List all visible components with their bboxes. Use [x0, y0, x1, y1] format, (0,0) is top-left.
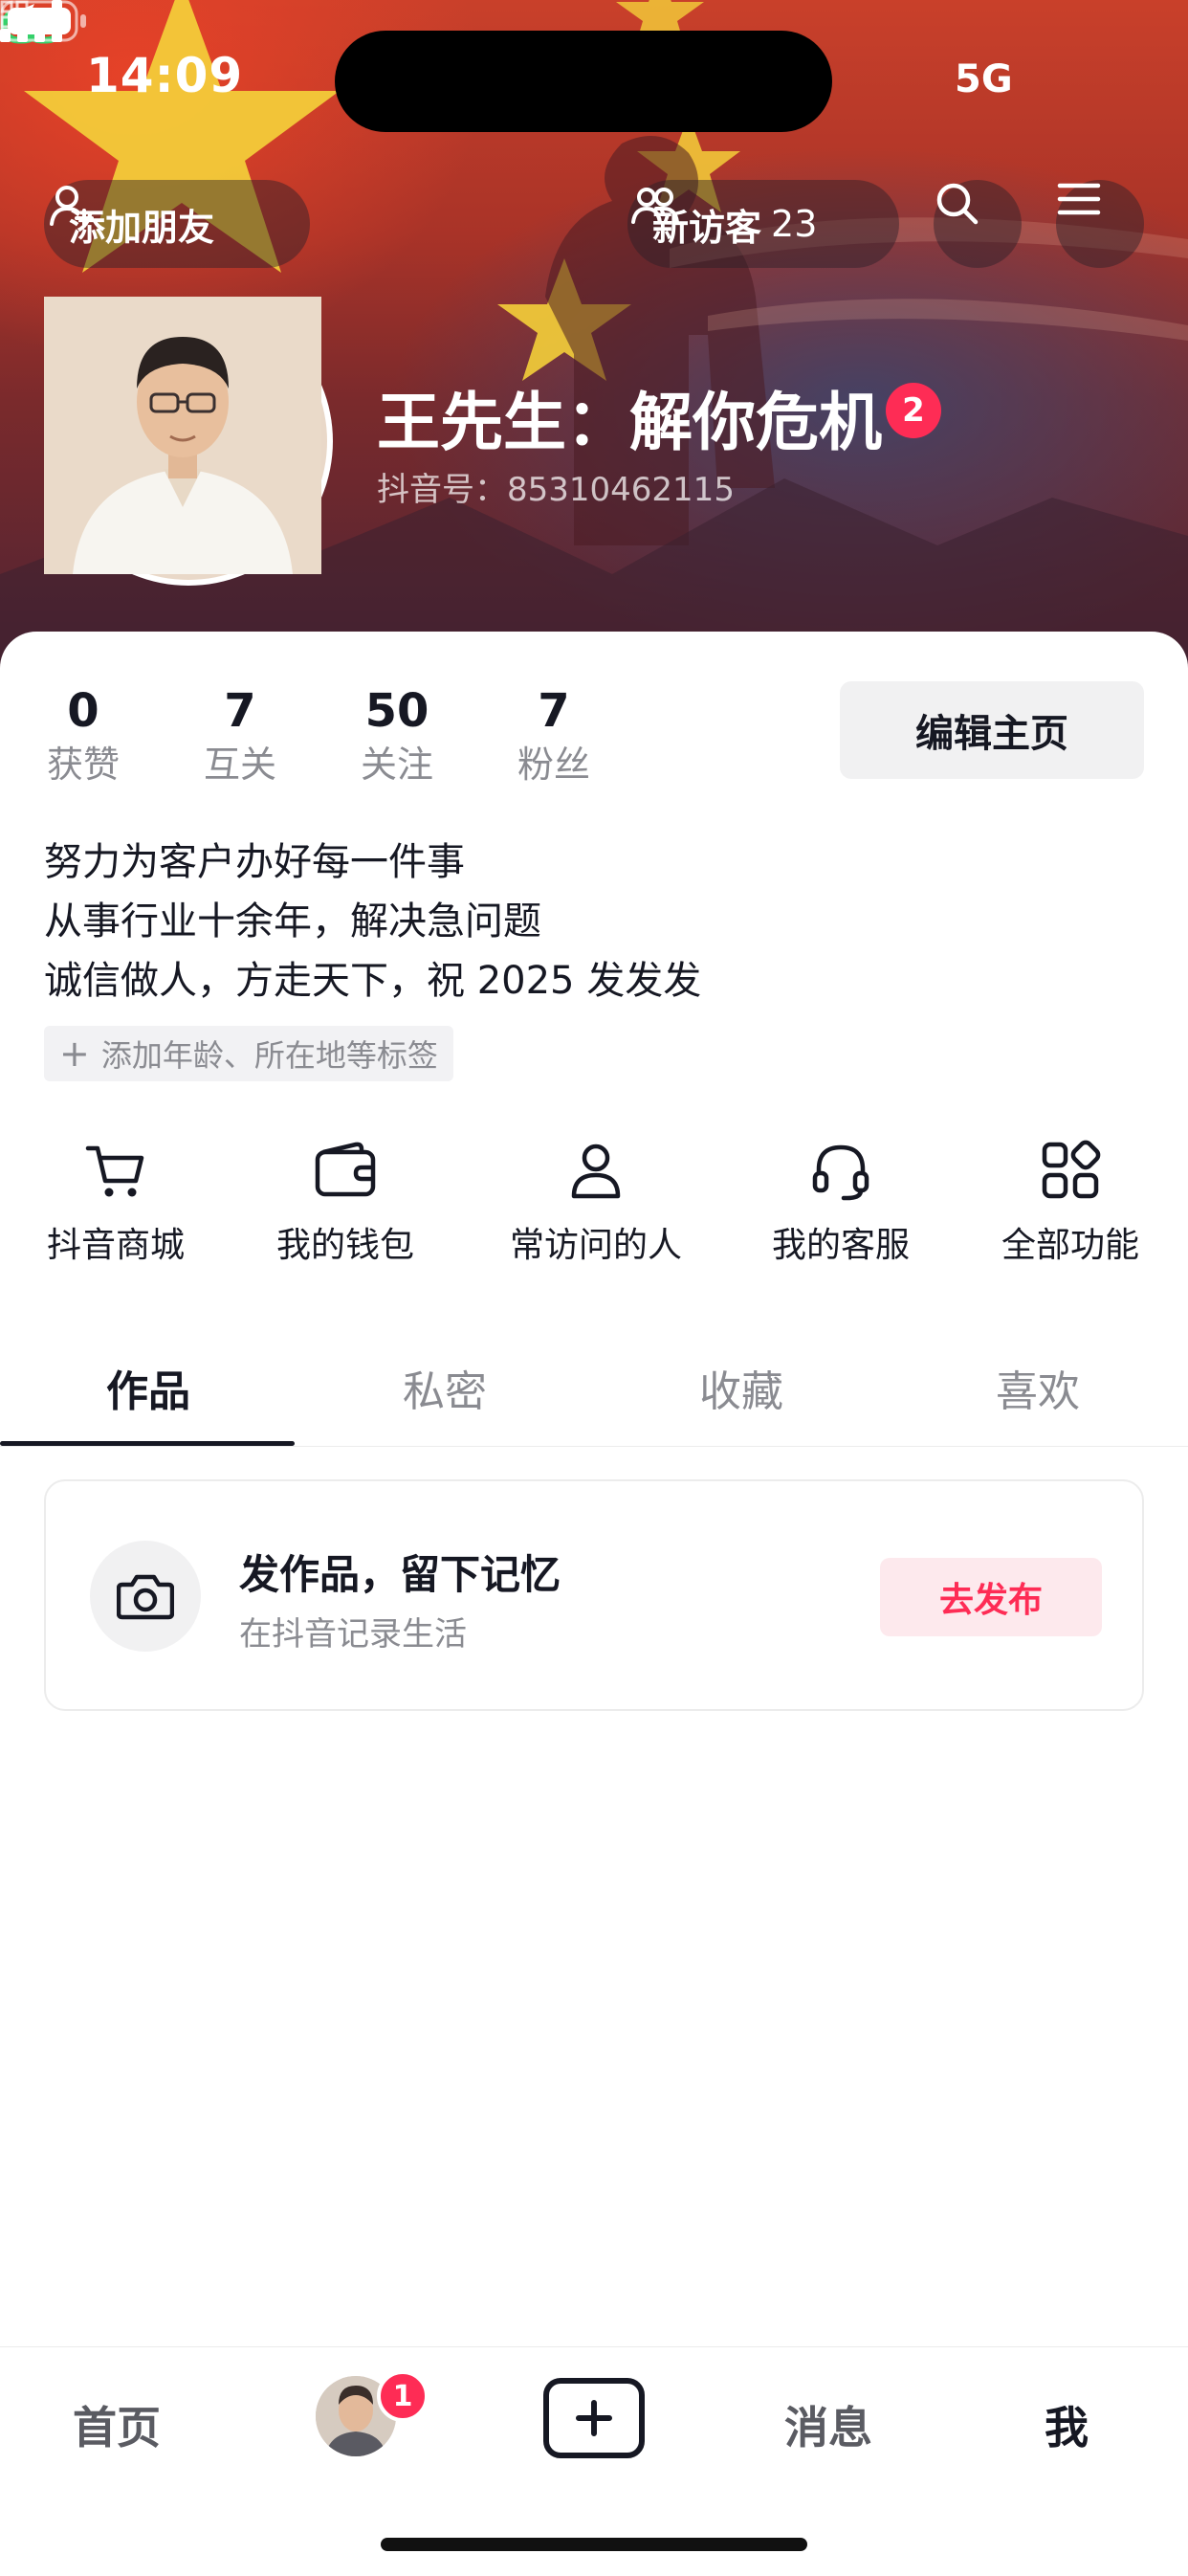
- publish-title: 发作品，留下记忆: [239, 1551, 561, 1598]
- stat-following[interactable]: 50 关注: [358, 681, 436, 788]
- plus-icon: +: [59, 1033, 90, 1075]
- bio-line-2: 从事行业十余年，解决急问题: [44, 899, 541, 944]
- avatar-person-illustration: [44, 297, 321, 574]
- search-icon: [936, 183, 979, 225]
- feature-customer-service[interactable]: 我的客服: [769, 1137, 913, 1267]
- feature-wallet[interactable]: 我的钱包: [274, 1137, 417, 1267]
- cart-icon: [85, 1145, 144, 1197]
- bio-line-3: 诚信做人，方走天下，祝 2025 发发发: [44, 959, 702, 1003]
- stat-likes[interactable]: 0 获赞: [44, 681, 122, 788]
- stat-mutual[interactable]: 7 互关: [201, 681, 279, 788]
- dynamic-island: [335, 31, 832, 132]
- camera-icon: [117, 1574, 174, 1620]
- person-icon: [571, 1144, 621, 1199]
- wallet-icon: [315, 1142, 376, 1197]
- tab-private[interactable]: 私密: [297, 1349, 593, 1445]
- feature-wallet-label: 我的钱包: [275, 1226, 414, 1265]
- feature-frequent-visits[interactable]: 常访问的人: [505, 1137, 687, 1267]
- tab-works[interactable]: 作品: [0, 1349, 297, 1445]
- stat-following-value: 50: [364, 684, 429, 738]
- bio-line-1: 努力为客户办好每一件事: [44, 840, 465, 884]
- publish-prompt-card: 发作品，留下记忆 在抖音记录生活 去发布: [44, 1479, 1144, 1711]
- new-visitors-count: 23: [771, 203, 818, 245]
- create-post-button[interactable]: [543, 2378, 645, 2458]
- feature-all-functions[interactable]: 全部功能: [999, 1137, 1142, 1267]
- stat-followers-value: 7: [538, 684, 570, 738]
- tab-favorites[interactable]: 收藏: [593, 1349, 890, 1445]
- profile-page: 14:09 5G 添加朋友 新访客 23 王先生：解你危机 2 抖音号：8531…: [0, 0, 1188, 2576]
- nav-home[interactable]: 首页: [73, 2393, 161, 2456]
- feature-mall-label: 抖音商城: [46, 1226, 185, 1265]
- go-publish-button[interactable]: 去发布: [880, 1558, 1102, 1636]
- plus-icon: [576, 2400, 612, 2436]
- edit-profile-button[interactable]: 编辑主页: [840, 681, 1144, 779]
- profile-avatar[interactable]: [44, 297, 333, 586]
- tab-likes[interactable]: 喜欢: [890, 1349, 1186, 1445]
- search-button[interactable]: [934, 180, 1022, 268]
- content-tabs: 作品 私密 收藏 喜欢: [0, 1349, 1188, 1447]
- add-tags-button[interactable]: + 添加年龄、所在地等标签: [44, 1026, 453, 1081]
- network-type: 5G: [955, 57, 1013, 101]
- add-friend-button[interactable]: 添加朋友: [44, 180, 310, 268]
- grid-icon: [1042, 1140, 1101, 1199]
- camera-button[interactable]: [90, 1541, 201, 1652]
- status-time: 14:09: [86, 48, 244, 103]
- profile-banner[interactable]: 14:09 5G 添加朋友 新访客 23 王先生：解你危机 2 抖音号：8531…: [0, 0, 1188, 670]
- stat-likes-label: 获赞: [46, 744, 120, 786]
- home-indicator[interactable]: [381, 2538, 807, 2551]
- stat-following-label: 关注: [360, 744, 433, 786]
- feature-all-functions-label: 全部功能: [1001, 1226, 1139, 1265]
- stat-followers[interactable]: 7 粉丝: [515, 681, 593, 788]
- avatar-photo: [44, 297, 327, 580]
- feature-customer-service-label: 我的客服: [771, 1226, 910, 1265]
- nav-messages[interactable]: 消息: [784, 2393, 872, 2456]
- add-person-icon: [50, 186, 94, 228]
- active-tab-indicator: [0, 1441, 295, 1446]
- stat-likes-value: 0: [67, 684, 99, 738]
- profile-bio: 努力为客户办好每一件事 从事行业十余年，解决急问题 诚信做人，方走天下，祝 20…: [44, 833, 701, 1010]
- menu-icon: [1057, 183, 1101, 215]
- menu-button[interactable]: [1056, 180, 1144, 268]
- headset-icon: [812, 1144, 869, 1201]
- add-tags-label: 添加年龄、所在地等标签: [100, 1037, 438, 1074]
- stat-mutual-value: 7: [224, 684, 256, 738]
- profile-name: 王先生：解你危机: [377, 386, 882, 459]
- visitors-icon: [631, 188, 679, 224]
- publish-subtitle: 在抖音记录生活: [239, 1615, 467, 1654]
- qr-code-icon[interactable]: [0, 0, 29, 29]
- friends-notification-badge: 1: [377, 2370, 429, 2422]
- stat-mutual-label: 互关: [203, 744, 276, 786]
- new-visitors-button[interactable]: 新访客 23: [627, 180, 899, 268]
- name-notification-badge[interactable]: 2: [886, 383, 941, 438]
- douyin-id[interactable]: 抖音号：85310462115: [377, 463, 735, 510]
- nav-me[interactable]: 我: [1045, 2393, 1089, 2456]
- feature-frequent-visits-label: 常访问的人: [509, 1226, 682, 1265]
- stat-followers-label: 粉丝: [517, 744, 590, 786]
- feature-mall[interactable]: 抖音商城: [44, 1137, 187, 1267]
